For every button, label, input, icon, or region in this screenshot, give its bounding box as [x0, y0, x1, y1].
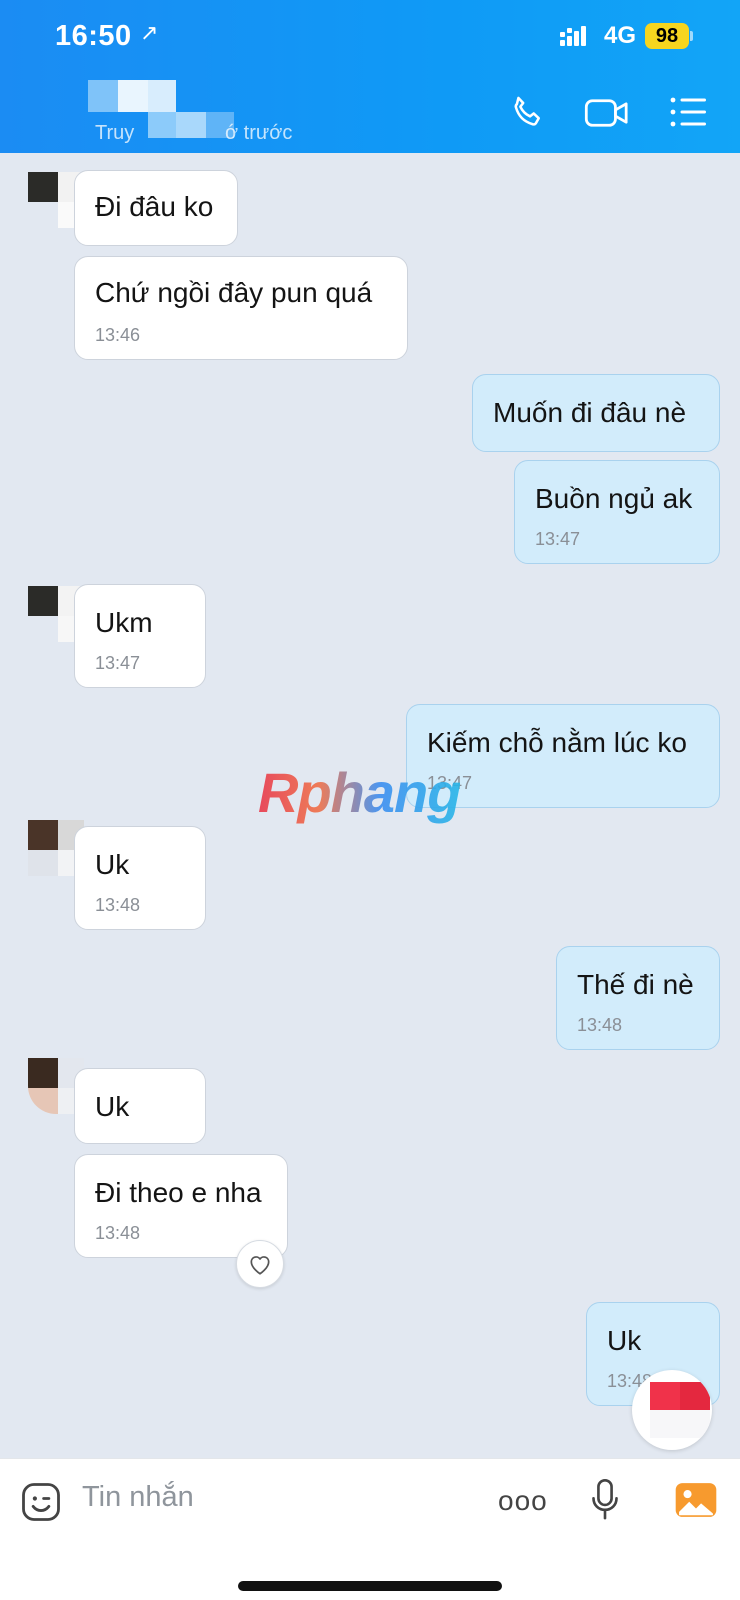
- phone-icon[interactable]: [508, 94, 546, 132]
- network-type: 4G: [604, 22, 637, 49]
- message-time: 13:46: [95, 325, 141, 345]
- message-bubble-incoming[interactable]: Uk: [74, 1068, 206, 1144]
- message-text: Kiếm chỗ nằm lúc ko: [427, 727, 687, 758]
- floating-sticker-bubble[interactable]: [632, 1370, 712, 1450]
- home-indicator: [238, 1581, 502, 1591]
- message-text: Đi theo e nha: [95, 1177, 262, 1208]
- message-time: 13:48: [95, 1223, 141, 1243]
- last-seen-end: ớ trước: [225, 122, 293, 144]
- chat-header: 16:50 ↗ 4G 98 Truy ớ trước: [0, 0, 740, 153]
- message-input[interactable]: [82, 1481, 462, 1514]
- message-text: Đi đâu ko: [95, 191, 214, 222]
- message-bubble-incoming[interactable]: Ukm 13:47: [74, 584, 206, 688]
- message-bubble-outgoing[interactable]: Muốn đi đâu nè: [472, 374, 720, 452]
- battery-tip: [690, 31, 693, 41]
- emoji-sticker-icon[interactable]: [20, 1481, 62, 1523]
- location-arrow-icon: ↗: [140, 20, 159, 45]
- react-heart-button[interactable]: [236, 1240, 284, 1288]
- more-options-button[interactable]: ooo: [498, 1485, 548, 1517]
- last-seen-start: Truy: [95, 122, 135, 144]
- heart-icon: [250, 1256, 270, 1275]
- message-time: 13:47: [95, 653, 141, 673]
- message-text: Buồn ngủ ak: [535, 483, 693, 514]
- message-text: Uk: [95, 1091, 130, 1122]
- menu-list-icon[interactable]: [668, 94, 708, 130]
- message-text: Uk: [607, 1325, 642, 1356]
- message-bubble-outgoing[interactable]: Buồn ngủ ak 13:47: [514, 460, 720, 564]
- message-time: 13:48: [95, 895, 141, 915]
- message-text: Chứ ngồi đây pun quá: [95, 277, 373, 308]
- message-bubble-incoming[interactable]: Đi đâu ko: [74, 170, 238, 246]
- message-input-bar: ooo: [0, 1458, 740, 1600]
- message-bubble-outgoing[interactable]: Thế đi nè 13:48: [556, 946, 720, 1050]
- status-time: 16:50: [55, 20, 132, 52]
- message-text: Thế đi nè: [577, 969, 694, 1000]
- video-call-icon[interactable]: [584, 94, 630, 132]
- message-time: 13:48: [577, 1015, 623, 1035]
- battery-level: 98: [645, 23, 689, 49]
- contact-name-blurred[interactable]: [88, 80, 238, 138]
- message-text: Ukm: [95, 607, 153, 638]
- message-text: Uk: [95, 849, 130, 880]
- microphone-icon[interactable]: [588, 1477, 622, 1523]
- message-bubble-incoming[interactable]: Uk 13:48: [74, 826, 206, 930]
- message-time: 13:47: [535, 529, 581, 549]
- image-gallery-icon[interactable]: [674, 1479, 718, 1521]
- watermark-logo: Rphang: [258, 761, 461, 824]
- message-text: Muốn đi đâu nè: [493, 397, 687, 428]
- message-bubble-incoming[interactable]: Chứ ngồi đây pun quá 13:46: [74, 256, 408, 360]
- signal-icon: [560, 26, 586, 46]
